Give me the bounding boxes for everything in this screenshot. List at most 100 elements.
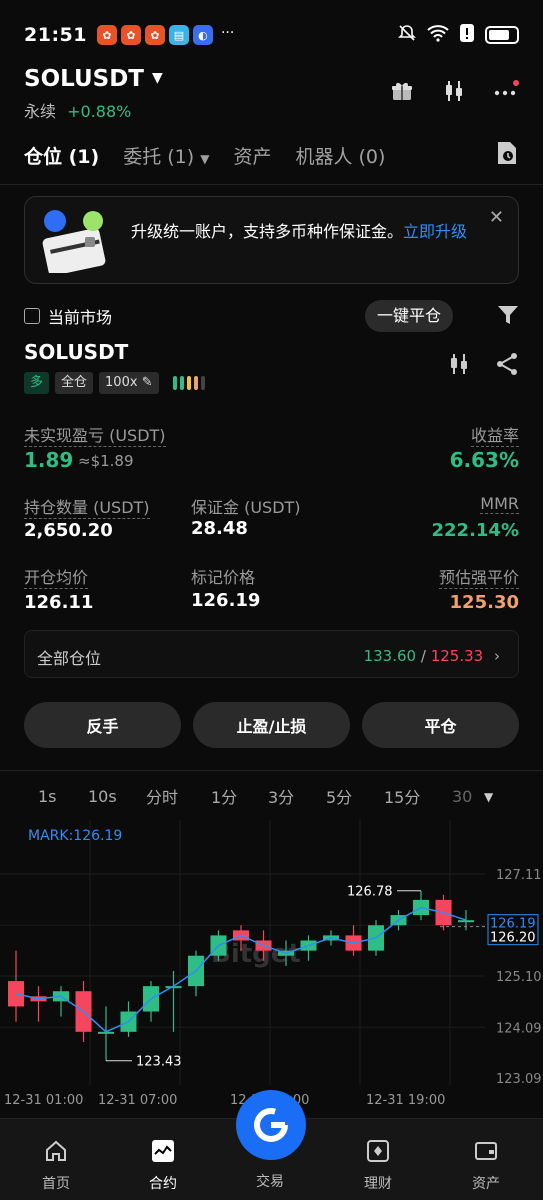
interval-timeshare[interactable]: 分时 xyxy=(146,784,178,808)
candles-icon[interactable] xyxy=(447,352,471,380)
mmr-value: 222.14% xyxy=(431,520,520,541)
x-tick-label: 12-31 07:00 xyxy=(98,1093,177,1108)
battery-icon xyxy=(485,26,519,44)
low-label: 123.43 xyxy=(136,1055,182,1070)
leverage-badge[interactable]: 100x ✎ xyxy=(99,372,159,394)
interval-3m[interactable]: 3分 xyxy=(268,784,294,808)
app-notification-icon: ✿ xyxy=(120,25,141,45)
risk-level-bars xyxy=(172,376,205,390)
candles-icon[interactable] xyxy=(441,78,467,104)
tp-sl-summary: 133.60 / 125.33 › xyxy=(364,647,500,665)
tab-orders[interactable]: 委托 (1) ▼ xyxy=(123,142,209,169)
mark-price-label: MARK:126.19 xyxy=(28,828,122,844)
current-market-checkbox[interactable] xyxy=(24,308,40,324)
chart-svg: MARK:126.19 Bitget 127.11125.10124.09123… xyxy=(0,820,542,1108)
tab-positions[interactable]: 仓位 (1) xyxy=(24,142,99,169)
nav-earn[interactable]: 理财 xyxy=(348,1139,408,1193)
interval-1s[interactable]: 1s xyxy=(38,787,57,806)
more-icon[interactable] xyxy=(493,78,519,104)
alert-icon xyxy=(459,23,475,47)
close-icon[interactable]: ✕ xyxy=(489,207,504,228)
entry-price-label: 开仓均价 xyxy=(24,564,89,589)
side-badge: 多 xyxy=(24,372,50,394)
trade-fab-button[interactable] xyxy=(236,1090,306,1160)
futures-icon xyxy=(152,1140,174,1162)
reverse-button[interactable]: 反手 xyxy=(24,702,181,748)
close-all-button[interactable]: 一键平仓 xyxy=(364,300,453,332)
close-position-button[interactable]: 平仓 xyxy=(362,702,519,748)
nav-assets[interactable]: 资产 xyxy=(456,1139,516,1193)
y-tick-label: 123.09 xyxy=(496,1072,542,1087)
nav-futures-label: 合约 xyxy=(149,1176,177,1192)
wallet-icon xyxy=(475,1142,497,1160)
interval-tabs: 1s 10s 分时 1分 3分 5分 15分 30 ▼ xyxy=(0,782,543,810)
margin-value: 28.48 xyxy=(191,518,248,539)
symbol-title: SOLUSDT xyxy=(24,66,144,92)
mark-price-tag: 126.19 xyxy=(490,917,536,932)
position-tabs: 仓位 (1) 委托 (1) ▼ 资产 机器人 (0) xyxy=(24,140,519,170)
nav-futures[interactable]: 合约 xyxy=(133,1139,193,1193)
price-chart[interactable]: MARK:126.19 Bitget 127.11 125.10 124.09 123… xyxy=(0,820,543,1110)
upgrade-link[interactable]: 立即升级 xyxy=(403,222,467,241)
nav-home-label: 首页 xyxy=(42,1176,70,1192)
interval-10s[interactable]: 10s xyxy=(88,787,117,806)
history-icon[interactable] xyxy=(495,140,519,170)
chevron-down-icon[interactable]: ▼ xyxy=(484,790,493,804)
share-icon[interactable] xyxy=(495,352,519,380)
entry-price-value: 126.11 xyxy=(24,592,94,613)
candle-body xyxy=(458,920,474,923)
symbol-subline: 永续 +0.88% xyxy=(24,98,131,122)
edit-icon: ✎ xyxy=(141,375,153,390)
margin-label: 保证金 (USDT) xyxy=(191,498,301,517)
interval-15m[interactable]: 15分 xyxy=(384,784,420,808)
banner-message: 升级统一账户，支持多币种作保证金。立即升级 xyxy=(131,219,482,245)
more-notifications-icon: ··· xyxy=(220,25,235,41)
high-label: 126.78 xyxy=(347,885,393,900)
tp-sl-separator: / xyxy=(420,647,426,665)
interval-1m[interactable]: 1分 xyxy=(211,784,237,808)
stop-loss-value: 125.33 xyxy=(430,647,484,665)
position-badges: 多 全仓 100x ✎ xyxy=(24,372,205,394)
contract-type: 永续 xyxy=(24,102,57,121)
symbol-selector[interactable]: SOLUSDT ▼ xyxy=(24,66,163,92)
filter-row: 当前市场 一键平仓 xyxy=(24,300,519,332)
all-positions-row[interactable]: 全部仓位 133.60 / 125.33 › xyxy=(24,630,519,678)
unrealized-pnl-value: 1.89 xyxy=(24,448,74,472)
gift-icon[interactable] xyxy=(389,78,415,104)
interval-30m[interactable]: 30 xyxy=(452,787,472,806)
price-change: +0.88% xyxy=(67,102,132,121)
tpsl-button[interactable]: 止盈/止损 xyxy=(193,702,350,748)
liquidation-price-label: 预估强平价 xyxy=(438,564,519,589)
mark-price-label: 标记价格 xyxy=(191,568,256,587)
mark-price-value: 126.19 xyxy=(191,590,261,611)
liquidation-price-value: 125.30 xyxy=(449,592,519,613)
take-profit-value: 133.60 xyxy=(363,647,417,665)
status-bar: 21:51 ✿ ✿ ✿ ▤ ◐ ··· xyxy=(24,22,519,48)
earn-icon xyxy=(367,1140,389,1162)
tab-bots[interactable]: 机器人 (0) xyxy=(295,142,385,169)
filter-icon[interactable] xyxy=(497,304,519,330)
app-notification-icon: ✿ xyxy=(144,25,165,45)
margin-mode-badge: 全仓 xyxy=(55,372,94,394)
x-tick-label: 12-31 01:00 xyxy=(4,1093,83,1108)
tab-assets[interactable]: 资产 xyxy=(233,142,271,169)
tab-orders-label: 委托 (1) xyxy=(123,145,195,168)
interval-5m[interactable]: 5分 xyxy=(326,784,352,808)
y-tick-label: 127.11 xyxy=(496,868,542,883)
mute-icon xyxy=(397,23,417,47)
header-actions xyxy=(389,78,519,104)
x-tick-label: 12-31 19:00 xyxy=(366,1093,445,1108)
mmr-label: MMR xyxy=(480,494,519,514)
action-buttons: 反手 止盈/止损 平仓 xyxy=(24,702,519,748)
position-symbol: SOLUSDT xyxy=(24,340,129,364)
divider xyxy=(0,770,543,771)
nav-home[interactable]: 首页 xyxy=(26,1139,86,1193)
divider xyxy=(0,184,543,185)
quantity-label: 持仓数量 (USDT) xyxy=(24,494,150,519)
app-notification-icon: ◐ xyxy=(192,25,213,45)
app-notification-icon: ▤ xyxy=(168,25,189,45)
leverage-value: 100x xyxy=(105,375,138,390)
nav-earn-label: 理财 xyxy=(364,1176,392,1192)
upgrade-banner[interactable]: 升级统一账户，支持多币种作保证金。立即升级 ✕ xyxy=(24,196,519,284)
y-tick-label: 125.10 xyxy=(496,970,542,985)
